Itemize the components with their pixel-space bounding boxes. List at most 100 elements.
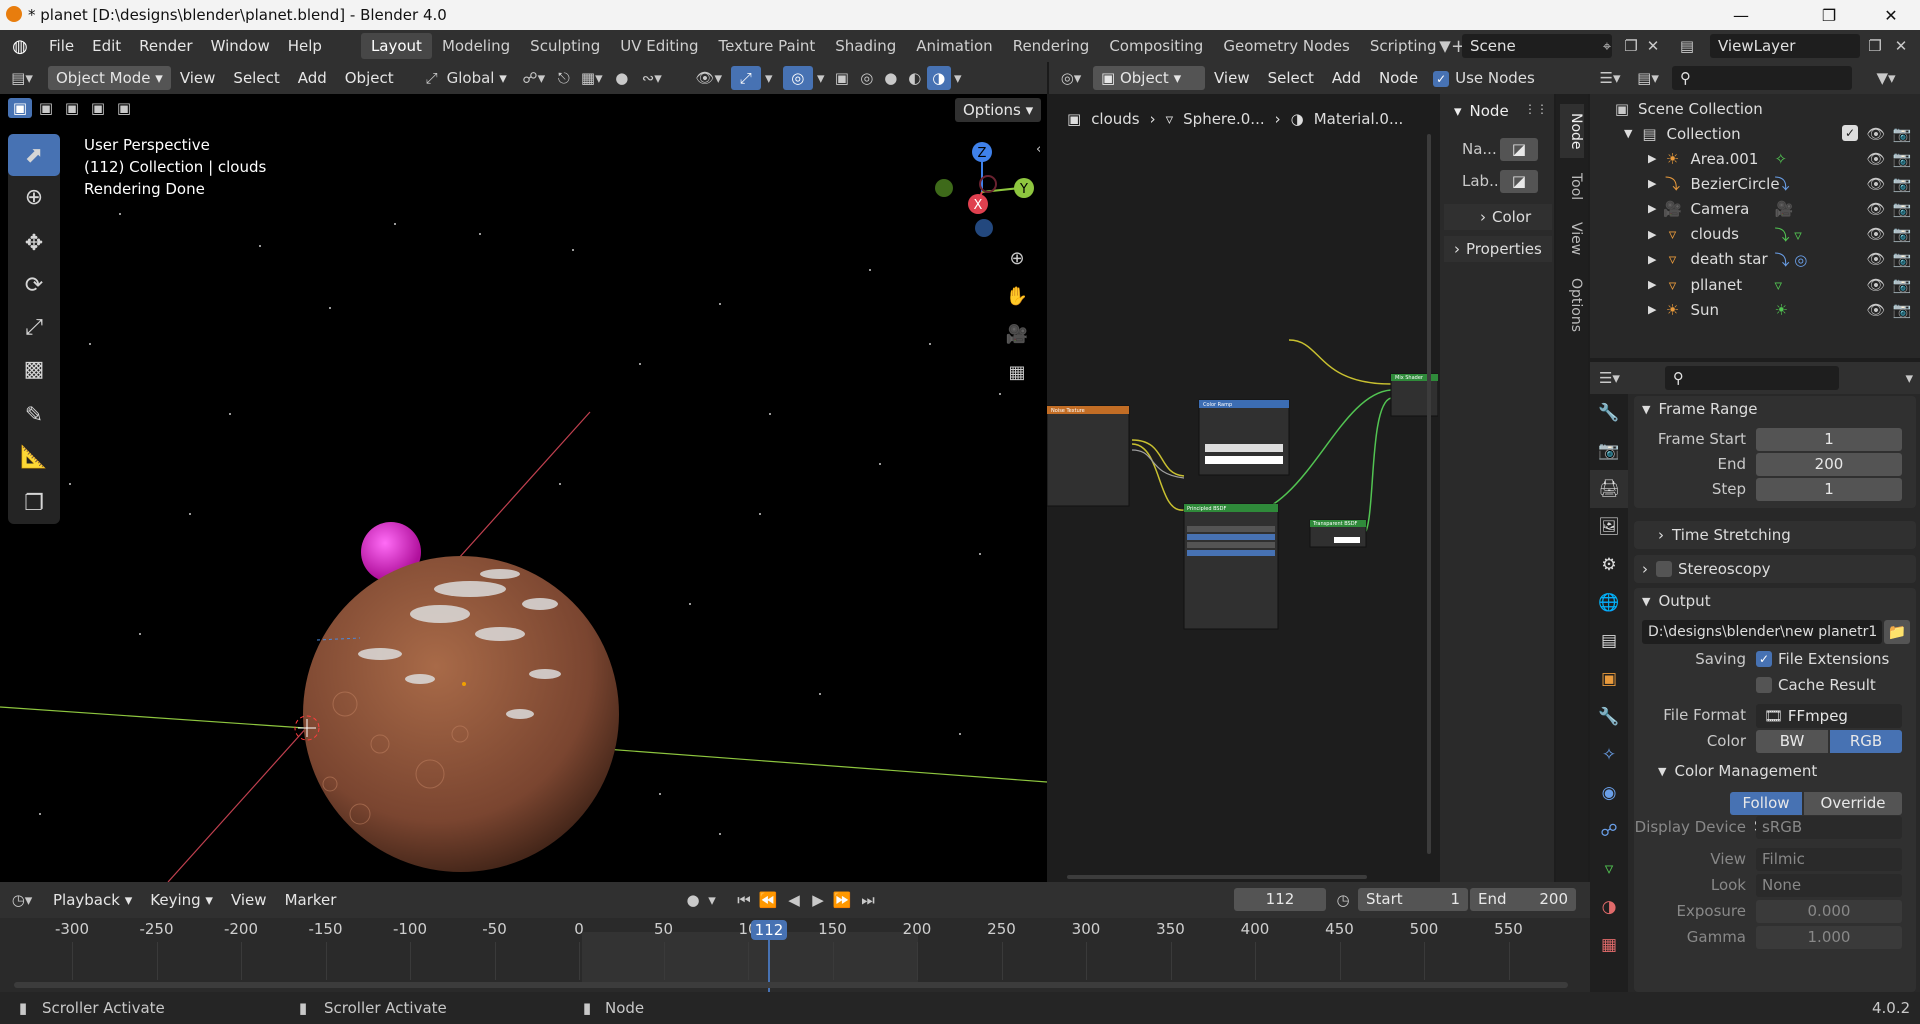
constraints-tab-icon[interactable]: ☍ — [1590, 812, 1628, 850]
scene-delete-icon[interactable]: ✕ — [1642, 37, 1664, 55]
gizmo-toggle-icon[interactable]: ⤢ — [730, 66, 761, 90]
viewport-menu-select[interactable]: Select — [224, 62, 288, 94]
tab-animation[interactable]: Animation — [906, 33, 1002, 59]
xray-icon[interactable]: ▣ — [829, 69, 855, 87]
use-nodes-checkbox[interactable]: ✓ Use Nodes — [1433, 69, 1535, 87]
shader-type-dropdown[interactable]: ▣ Object ▾ — [1093, 66, 1205, 90]
proportional-edit-icon[interactable]: ● — [607, 69, 637, 87]
node-name-field[interactable]: ◪ — [1500, 138, 1538, 161]
tab-shading[interactable]: Shading — [825, 33, 906, 59]
render-tab-icon[interactable]: 📷 — [1590, 432, 1628, 470]
preview-range-icon[interactable]: ◷ — [1330, 891, 1356, 909]
outliner-item-pllanet[interactable]: ▶ ▿ pllanet ▿ 👁 📷 — [1590, 272, 1920, 297]
outliner-item-camera[interactable]: ▶ 🎥 Camera 🎥 👁 📷 — [1590, 196, 1920, 221]
exposure-field[interactable]: 0.000 — [1756, 900, 1902, 923]
tab-texture-paint[interactable]: Texture Paint — [708, 33, 825, 59]
node-menu-node[interactable]: Node — [1370, 62, 1427, 94]
expand-arrow-icon[interactable]: ▶ — [1648, 152, 1656, 165]
editor-type-icon[interactable]: ▤▾ — [0, 69, 44, 87]
annotate-tool[interactable]: ✎ — [8, 394, 60, 436]
render-camera-icon[interactable]: 📷 — [1892, 175, 1912, 193]
minimize-button[interactable]: — — [1712, 0, 1770, 30]
panel-drag-icon[interactable]: ⋮⋮ — [1524, 102, 1548, 116]
scene-selector-icon[interactable]: ▼ — [1430, 37, 1460, 55]
view-layer-field[interactable]: ViewLayer — [1710, 34, 1860, 58]
cache-result-checkbox[interactable]: Cache Result — [1756, 676, 1876, 694]
tool-tab-icon[interactable]: 🔧 — [1590, 394, 1628, 432]
node-editor[interactable]: ▣ clouds › ▿ Sphere.0... › ◑ Material.0... No… — [1047, 94, 1438, 882]
tab-compositing[interactable]: Compositing — [1099, 33, 1213, 59]
node-menu-select[interactable]: Select — [1259, 62, 1323, 94]
timeline-menu-marker[interactable]: Marker — [276, 884, 346, 916]
outliner-item-death-star[interactable]: ▶ ▿ death star ⤵ ◎ 👁 📷 — [1590, 247, 1920, 272]
viewport-menu-view[interactable]: View — [171, 62, 225, 94]
visibility-eye-icon[interactable]: 👁 — [1866, 200, 1886, 218]
node-editor-type-icon[interactable]: ◎▾ — [1049, 69, 1093, 87]
transform-tool[interactable]: ▩ — [8, 348, 60, 390]
tab-rendering[interactable]: Rendering — [1003, 33, 1100, 59]
filter-icon[interactable]: ▼▾ — [1866, 69, 1906, 87]
modifier-icon[interactable]: ⤵ ◎ — [1774, 249, 1807, 270]
tab-uv-editing[interactable]: UV Editing — [610, 33, 708, 59]
override-button[interactable]: Override — [1804, 792, 1902, 815]
expand-arrow-icon[interactable]: ▶ — [1648, 202, 1656, 215]
color-bw-button[interactable]: BW — [1756, 730, 1828, 753]
view-layer-tab-icon[interactable]: 🖼 — [1590, 508, 1628, 546]
stereoscopy-panel[interactable]: › Stereoscopy — [1634, 555, 1916, 583]
scale-tool[interactable]: ⤢ — [8, 306, 60, 348]
curve-data-icon[interactable]: ⤵ — [1774, 173, 1789, 194]
close-button[interactable]: ✕ — [1862, 0, 1920, 30]
transform-orientation-icon[interactable]: ⤢ — [417, 69, 447, 87]
maximize-button[interactable]: ❐ — [1800, 0, 1858, 30]
scene-new-icon[interactable]: ❐ — [1620, 37, 1642, 55]
view-layer-new-icon[interactable]: ❐ — [1864, 37, 1886, 55]
time-stretching-panel[interactable]: › Time Stretching — [1634, 521, 1916, 549]
start-frame-field[interactable]: Start 1 — [1358, 888, 1468, 911]
node-label-field[interactable]: ◪ — [1500, 170, 1538, 193]
tab-tool[interactable]: Tool — [1560, 164, 1584, 210]
object-tab-icon[interactable]: ▣ — [1590, 660, 1628, 698]
stereoscopy-checkbox[interactable] — [1656, 561, 1672, 577]
overlay-dropdown-icon[interactable]: ▾ — [813, 69, 829, 87]
blender-menu-icon[interactable]: ◍ — [0, 36, 40, 57]
pan-hand-icon[interactable]: ✋ — [1003, 282, 1031, 310]
playhead-frame-label[interactable]: 112 — [751, 920, 787, 940]
properties-editor-type-icon[interactable]: ☰▾ — [1590, 369, 1629, 387]
expand-arrow-icon[interactable]: ▶ — [1648, 177, 1656, 190]
wireframe-shading-icon[interactable]: ◎ — [855, 69, 879, 87]
tab-layout[interactable]: Layout — [360, 33, 432, 59]
particles-tab-icon[interactable]: ✧ — [1590, 736, 1628, 774]
menu-file[interactable]: File — [40, 30, 83, 62]
view-layer-delete-icon[interactable]: ✕ — [1890, 37, 1912, 55]
properties-search-input[interactable]: ⚲ — [1664, 366, 1839, 390]
camera-data-icon[interactable]: 🎥 — [1774, 200, 1793, 218]
tab-sculpting[interactable]: Sculpting — [520, 33, 610, 59]
visibility-eye-icon[interactable]: 👁 — [1866, 150, 1886, 168]
mesh-data-icon[interactable]: ▿ — [1774, 276, 1782, 294]
select-invert-icon[interactable]: ▣ — [86, 98, 110, 118]
scene-pin-icon[interactable]: ⌖ — [1596, 37, 1618, 55]
viewport-menu-object[interactable]: Object — [336, 62, 403, 94]
display-mode-icon[interactable]: ▤▾ — [1630, 69, 1666, 87]
shading-dropdown-icon[interactable]: ▾ — [951, 69, 965, 87]
select-intersect-icon[interactable]: ▣ — [112, 98, 136, 118]
file-format-dropdown[interactable]: 🎞 FFmpeg Video — [1756, 704, 1902, 749]
visibility-eye-icon[interactable]: 👁 — [1866, 225, 1886, 243]
folder-icon[interactable]: 📁 — [1884, 620, 1910, 644]
add-cube-tool[interactable]: ❐ — [8, 482, 60, 524]
timeline-menu-view[interactable]: View — [222, 884, 276, 916]
node-editor-vscroll[interactable] — [1427, 134, 1431, 854]
3d-viewport[interactable]: ▣ ▣ ▣ ▣ ▣ ⬈ ⊕ ✥ ⟳ ⤢ ▩ ✎ 📐 ❐ User Perspec… — [0, 94, 1047, 882]
select-subtract-icon[interactable]: ▣ — [60, 98, 84, 118]
sun-data-icon[interactable]: ☀ — [1774, 301, 1787, 319]
light-data-icon[interactable]: ✧ — [1774, 150, 1787, 168]
render-camera-icon[interactable]: 📷 — [1892, 150, 1912, 168]
follow-scene-button[interactable]: Follow S... — [1730, 792, 1802, 835]
visibility-eye-icon[interactable]: 👁 — [1866, 175, 1886, 193]
record-icon[interactable]: ● — [680, 891, 706, 909]
visibility-eye-icon[interactable]: 👁 — [1866, 301, 1886, 319]
visibility-icon[interactable]: 👁▾ — [687, 69, 731, 87]
menu-render[interactable]: Render — [130, 30, 201, 62]
visibility-eye-icon[interactable]: 👁 — [1866, 276, 1886, 294]
material-tab-icon[interactable]: ◑ — [1590, 888, 1628, 926]
